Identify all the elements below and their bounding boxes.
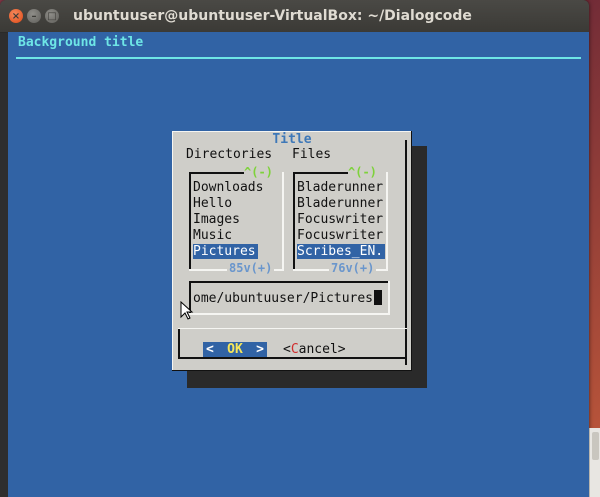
- list-item-selected[interactable]: Scribes_EN.: [297, 244, 386, 259]
- path-border-top: [189, 281, 390, 283]
- path-text: ome/ubuntuuser/Pictures: [193, 291, 374, 306]
- directories-list[interactable]: ^(-) Downloads Hello Images Music Pictur…: [189, 165, 286, 275]
- cancel-hotkey: C: [290, 342, 299, 357]
- minimize-window-button[interactable]: –: [27, 9, 41, 23]
- dialog-separator: [178, 328, 407, 329]
- cancel-open: <: [283, 342, 291, 357]
- path-border-right: [388, 281, 390, 315]
- files-list-border-top: [293, 172, 348, 174]
- maximize-icon: □: [47, 10, 57, 22]
- window-titlebar[interactable]: × – □ ubuntuuser@ubuntuuser-VirtualBox: …: [0, 0, 589, 33]
- scrollbar-thumb[interactable]: [592, 432, 599, 460]
- dialog-title: Title: [272, 132, 312, 147]
- list-item[interactable]: Focuswriter: [297, 212, 383, 227]
- ok-button[interactable]: < OK >: [203, 342, 267, 357]
- dir-scroll-up-indicator[interactable]: ^(-): [244, 165, 273, 179]
- minimize-icon: –: [31, 10, 37, 22]
- dialog-border-right: [411, 131, 412, 371]
- dir-scroll-down-indicator[interactable]: 85v(+): [227, 261, 275, 275]
- list-item-selected[interactable]: Pictures: [193, 244, 258, 259]
- list-item[interactable]: Hello: [193, 196, 232, 211]
- background-title-rule: [16, 57, 581, 59]
- file-select-dialog: Title Directories Files ^(-) Downloads H…: [172, 131, 412, 371]
- dir-list-border-top: [189, 172, 244, 174]
- path-input[interactable]: ome/ubuntuuser/Pictures: [189, 281, 390, 315]
- terminal-scrollbar[interactable]: [589, 428, 600, 497]
- files-list[interactable]: ^(-) Bladerunner Bladerunner Focuswriter…: [293, 165, 390, 275]
- files-list-border-right: [386, 172, 388, 271]
- dialog-inner-bottom: [178, 357, 407, 359]
- dir-list-border-right: [282, 172, 284, 271]
- list-item[interactable]: Images: [193, 212, 240, 227]
- background-title: Background title: [18, 35, 144, 50]
- ok-left-bracket: <: [206, 342, 214, 357]
- list-item[interactable]: Bladerunner: [297, 180, 383, 195]
- window-title: ubuntuuser@ubuntuuser-VirtualBox: ~/Dial…: [73, 8, 472, 24]
- files-label: Files: [292, 147, 332, 162]
- close-icon: ×: [11, 10, 21, 22]
- list-item[interactable]: Music: [193, 228, 232, 243]
- close-window-button[interactable]: ×: [9, 9, 23, 23]
- files-scroll-down-indicator[interactable]: 76v(+): [329, 261, 377, 275]
- ok-right-bracket: >: [256, 342, 264, 357]
- path-field-value: ome/ubuntuuser/Pictures: [193, 290, 383, 306]
- maximize-window-button[interactable]: □: [45, 9, 59, 23]
- files-list-border-left: [293, 172, 295, 271]
- list-item[interactable]: Downloads: [193, 180, 263, 195]
- dialog-border-bottom: [172, 370, 412, 371]
- cancel-button[interactable]: <Cancel>: [283, 342, 346, 357]
- dir-list-border-left: [189, 172, 191, 271]
- path-border-bottom: [189, 313, 390, 315]
- dialog-inner-left-lower: [178, 328, 180, 358]
- dialog-inner-right: [405, 140, 407, 365]
- files-scroll-up-indicator[interactable]: ^(-): [348, 165, 377, 179]
- text-cursor: [374, 290, 383, 305]
- list-item[interactable]: Bladerunner: [297, 196, 383, 211]
- list-item[interactable]: Focuswriter: [297, 228, 383, 243]
- ok-label: OK: [227, 342, 243, 357]
- directories-label: Directories: [186, 147, 273, 162]
- dialog-border-left: [172, 131, 173, 371]
- mouse-pointer-icon: [180, 301, 194, 320]
- cancel-rest: ancel>: [298, 342, 346, 357]
